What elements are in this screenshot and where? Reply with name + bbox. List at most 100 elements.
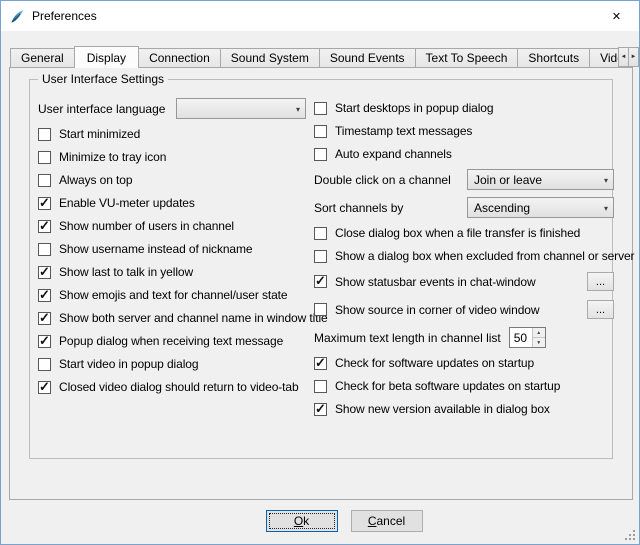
- checkbox-closed-video-return[interactable]: ✓: [38, 381, 51, 394]
- check-mark-icon: ✓: [315, 274, 326, 287]
- checkbox-close-dialog-file-transfer[interactable]: ✓: [314, 227, 327, 240]
- close-button[interactable]: ✕: [594, 2, 639, 31]
- checkbox-start-video-popup[interactable]: ✓: [38, 358, 51, 371]
- double-click-label: Double click on a channel: [314, 173, 451, 187]
- checkbox-label: Start video in popup dialog: [59, 357, 198, 371]
- checkbox-always-on-top[interactable]: ✓: [38, 174, 51, 187]
- checkbox-popup-dialog-text-message[interactable]: ✓: [38, 335, 51, 348]
- check-mark-icon: ✓: [39, 334, 50, 347]
- checkbox-check-software-updates[interactable]: ✓: [314, 357, 327, 370]
- ok-mnemonic: O: [294, 514, 303, 528]
- checkbox-video-source-corner[interactable]: ✓: [314, 303, 327, 316]
- language-dropdown[interactable]: ▾: [176, 98, 306, 119]
- checkbox-show-number-of-users[interactable]: ✓: [38, 220, 51, 233]
- checkbox-label: Start minimized: [59, 127, 140, 141]
- sort-channels-label: Sort channels by: [314, 201, 403, 215]
- titlebar[interactable]: Preferences ✕: [1, 1, 639, 31]
- row-popup-dialog-text-message: ✓ Popup dialog when receiving text messa…: [38, 333, 306, 349]
- check-mark-icon: ✓: [315, 402, 326, 415]
- checkbox-start-desktops-popup[interactable]: ✓: [314, 102, 327, 115]
- tab-display[interactable]: Display: [74, 46, 139, 68]
- checkbox-show-server-and-channel-name[interactable]: ✓: [38, 312, 51, 325]
- arrow-up-icon: ▲: [536, 330, 541, 336]
- row-timestamp-text-messages: ✓ Timestamp text messages: [314, 123, 614, 139]
- max-text-length-label: Maximum text length in channel list: [314, 331, 501, 345]
- spin-up-button[interactable]: ▲: [533, 328, 545, 337]
- row-show-last-to-talk: ✓ Show last to talk in yellow: [38, 264, 306, 280]
- close-icon: ✕: [612, 10, 621, 23]
- tab-text-to-speech[interactable]: Text To Speech: [415, 48, 519, 68]
- sort-channels-dropdown[interactable]: Ascending ▾: [467, 197, 614, 218]
- statusbar-events-more-button[interactable]: ...: [587, 272, 614, 291]
- checkbox-show-new-version[interactable]: ✓: [314, 403, 327, 416]
- checkbox-label: Always on top: [59, 173, 132, 187]
- checkbox-timestamp-text-messages[interactable]: ✓: [314, 125, 327, 138]
- row-check-software-updates: ✓ Check for software updates on startup: [314, 355, 614, 371]
- row-show-dialog-when-excluded: ✓ Show a dialog box when excluded from c…: [314, 248, 614, 264]
- checkbox-label: Auto expand channels: [335, 147, 452, 161]
- checkbox-show-last-to-talk[interactable]: ✓: [38, 266, 51, 279]
- tab-scroll-buttons: ◄ ►: [618, 47, 639, 67]
- row-show-new-version: ✓ Show new version available in dialog b…: [314, 401, 614, 417]
- checkbox-statusbar-events[interactable]: ✓: [314, 275, 327, 288]
- cancel-button-label: Cancel: [368, 514, 405, 528]
- checkbox-auto-expand-channels[interactable]: ✓: [314, 148, 327, 161]
- row-video-source-corner: ✓ Show source in corner of video window …: [314, 299, 614, 320]
- checkbox-enable-vu-meter[interactable]: ✓: [38, 197, 51, 210]
- row-minimize-to-tray: ✓ Minimize to tray icon: [38, 149, 306, 165]
- spin-down-button[interactable]: ▼: [533, 337, 545, 347]
- check-mark-icon: ✓: [39, 219, 50, 232]
- checkbox-label: Show last to talk in yellow: [59, 265, 193, 279]
- check-mark-icon: ✓: [39, 380, 50, 393]
- preferences-dialog: Preferences ✕ General Display Connection…: [0, 0, 640, 545]
- checkbox-start-minimized[interactable]: ✓: [38, 128, 51, 141]
- row-close-dialog-file-transfer: ✓ Close dialog box when a file transfer …: [314, 225, 614, 241]
- cancel-button[interactable]: Cancel: [351, 510, 423, 532]
- tab-connection[interactable]: Connection: [138, 48, 221, 68]
- spinner-buttons: ▲ ▼: [532, 328, 545, 347]
- checkbox-label: Show new version available in dialog box: [335, 402, 550, 416]
- left-column: User interface language ▾ ✓ Start minimi…: [38, 98, 306, 395]
- checkbox-minimize-to-tray[interactable]: ✓: [38, 151, 51, 164]
- arrow-down-icon: ▼: [536, 340, 541, 346]
- group-title: User Interface Settings: [38, 72, 168, 86]
- tab-general[interactable]: General: [10, 48, 75, 68]
- arrow-left-icon: ◄: [621, 54, 627, 60]
- row-auto-expand-channels: ✓ Auto expand channels: [314, 146, 614, 162]
- language-row: User interface language ▾: [38, 98, 306, 119]
- checkbox-label: Show both server and channel name in win…: [59, 311, 328, 325]
- tab-sound-system[interactable]: Sound System: [220, 48, 320, 68]
- check-mark-icon: ✓: [39, 288, 50, 301]
- ok-rest: k: [303, 514, 309, 528]
- tab-shortcuts[interactable]: Shortcuts: [517, 48, 590, 68]
- checkbox-label: Start desktops in popup dialog: [335, 101, 493, 115]
- ok-button[interactable]: Ok: [266, 510, 338, 532]
- checkbox-show-dialog-when-excluded[interactable]: ✓: [314, 250, 327, 263]
- tab-video[interactable]: Video: [589, 48, 618, 68]
- tab-scroll-right-button[interactable]: ►: [628, 47, 639, 67]
- language-label: User interface language: [38, 102, 165, 116]
- arrow-right-icon: ►: [631, 54, 637, 60]
- cancel-rest: ancel: [376, 514, 405, 528]
- checkbox-show-emojis[interactable]: ✓: [38, 289, 51, 302]
- resize-grip[interactable]: [624, 529, 636, 541]
- row-always-on-top: ✓ Always on top: [38, 172, 306, 188]
- checkbox-label: Minimize to tray icon: [59, 150, 166, 164]
- row-show-username: ✓ Show username instead of nickname: [38, 241, 306, 257]
- checkbox-label: Close dialog box when a file transfer is…: [335, 226, 580, 240]
- sort-channels-row: Sort channels by Ascending ▾: [314, 197, 614, 218]
- video-source-more-button[interactable]: ...: [587, 300, 614, 319]
- checkbox-show-username[interactable]: ✓: [38, 243, 51, 256]
- max-text-length-row: Maximum text length in channel list 50 ▲…: [314, 327, 614, 348]
- check-mark-icon: ✓: [39, 265, 50, 278]
- row-start-video-popup: ✓ Start video in popup dialog: [38, 356, 306, 372]
- right-column: ✓ Start desktops in popup dialog ✓ Times…: [314, 100, 614, 417]
- checkbox-label: Timestamp text messages: [335, 124, 472, 138]
- chevron-down-icon: ▾: [604, 204, 608, 213]
- tab-sound-events[interactable]: Sound Events: [319, 48, 416, 68]
- checkbox-check-beta-updates[interactable]: ✓: [314, 380, 327, 393]
- max-text-length-spinner[interactable]: 50 ▲ ▼: [509, 327, 546, 348]
- row-statusbar-events: ✓ Show statusbar events in chat-window .…: [314, 271, 614, 292]
- check-mark-icon: ✓: [315, 356, 326, 369]
- double-click-dropdown[interactable]: Join or leave ▾: [467, 169, 614, 190]
